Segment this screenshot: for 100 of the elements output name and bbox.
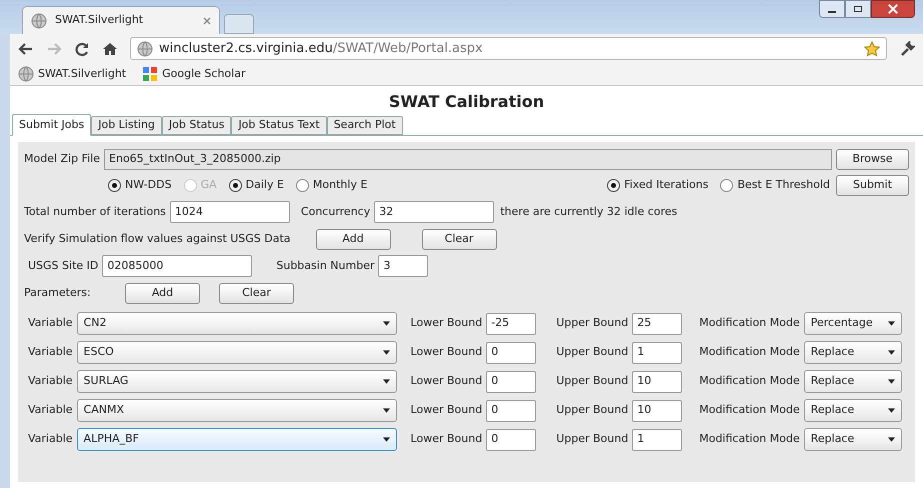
tab[interactable]: Job Listing: [91, 116, 162, 135]
field-label: Variable: [28, 315, 73, 332]
bookmark-link[interactable]: SWAT.Silverlight: [18, 66, 126, 82]
input-field[interactable]: 32: [374, 201, 494, 223]
caret-icon: [382, 437, 390, 442]
dropdown[interactable]: Replace: [804, 399, 902, 422]
caret-icon: [382, 379, 390, 384]
tab[interactable]: Job Status: [162, 116, 232, 135]
caret-icon: [382, 321, 390, 326]
globe-icon: [137, 40, 153, 56]
tab[interactable]: Search Plot: [326, 116, 403, 135]
caret-icon: [888, 321, 895, 326]
input-field[interactable]: 25: [632, 312, 682, 334]
tab[interactable]: Submit Jobs: [12, 114, 92, 136]
field-label: Modification Mode: [699, 402, 800, 418]
field-label: Variable: [28, 402, 73, 418]
dropdown[interactable]: CANMX: [76, 399, 397, 422]
input-field[interactable]: 1024: [170, 201, 290, 223]
radio-option[interactable]: Best E Threshold: [720, 176, 830, 194]
field-label: Model Zip File: [24, 150, 100, 167]
field-label: Upper Bound: [556, 402, 628, 418]
home-icon[interactable]: [102, 40, 118, 56]
browser-tab[interactable]: SWAT.Silverlight: [22, 6, 220, 34]
tab[interactable]: Job Status Text: [231, 116, 327, 135]
input-field[interactable]: 3: [378, 255, 428, 277]
dropdown[interactable]: Replace: [804, 341, 902, 364]
dropdown[interactable]: ESCO: [76, 341, 397, 364]
wrench-icon[interactable]: [899, 40, 915, 56]
input-field[interactable]: -25: [486, 312, 536, 334]
clear-button[interactable]: Clear: [422, 228, 497, 250]
field-label: Variable: [28, 344, 73, 360]
star-icon[interactable]: [864, 40, 880, 56]
input-field[interactable]: 10: [632, 370, 682, 392]
close-button[interactable]: [871, 0, 915, 18]
maximize-button[interactable]: [845, 0, 871, 18]
field-label: Variable: [28, 431, 73, 448]
grid-squares-icon: [142, 66, 158, 82]
field-label: Upper Bound: [556, 431, 628, 448]
field-label: Modification Mode: [699, 373, 800, 390]
field-label: Upper Bound: [556, 344, 628, 360]
field-label: Parameters:: [24, 284, 92, 301]
field-label: Variable: [28, 373, 73, 390]
file-path-field[interactable]: Eno65_txtInOut_3_2085000.zip: [104, 148, 832, 170]
radio-button[interactable]: [108, 178, 121, 192]
field-label: Lower Bound: [410, 373, 482, 390]
reload-icon[interactable]: [74, 40, 90, 56]
radio-button[interactable]: [296, 178, 309, 192]
radio-option[interactable]: Monthly E: [296, 176, 368, 194]
caret-icon: [382, 350, 390, 355]
field-label: Lower Bound: [410, 344, 482, 360]
radio-button[interactable]: [720, 178, 734, 192]
radio-button[interactable]: [607, 178, 620, 192]
add-button[interactable]: Add: [316, 228, 391, 250]
radio-option[interactable]: Daily E: [228, 176, 284, 194]
caret-icon: [888, 350, 895, 355]
dropdown[interactable]: CN2: [76, 312, 397, 335]
field-label: Modification Mode: [699, 431, 800, 448]
globe-icon: [18, 66, 34, 82]
radio-option[interactable]: NW-DDS: [108, 176, 172, 194]
field-label: Subbasin Number: [276, 258, 374, 274]
dropdown[interactable]: ALPHA_BF: [76, 428, 397, 451]
field-label: Lower Bound: [410, 402, 482, 418]
browse-button[interactable]: Browse: [836, 148, 909, 170]
input-field[interactable]: 0: [486, 428, 536, 450]
input-field[interactable]: 0: [486, 370, 536, 392]
field-label: Modification Mode: [699, 344, 800, 360]
field-label: there are currently 32 idle cores: [500, 204, 678, 220]
caret-icon: [888, 408, 895, 413]
dropdown[interactable]: Replace: [804, 428, 902, 451]
dropdown[interactable]: Replace: [804, 370, 902, 393]
close-icon[interactable]: [203, 16, 211, 24]
caret-icon: [888, 379, 895, 384]
submit-button[interactable]: Submit: [836, 174, 909, 196]
field-label: Lower Bound: [410, 315, 482, 332]
field-label: USGS Site ID: [28, 258, 98, 274]
input-field[interactable]: 10: [632, 400, 682, 422]
input-field[interactable]: 0: [486, 342, 536, 364]
field-label: Lower Bound: [410, 431, 482, 448]
input-field[interactable]: 02085000: [102, 255, 252, 277]
globe-icon: [31, 12, 47, 28]
address-bar[interactable]: wincluster2.cs.virginia.edu/SWAT/Web/Portal.aspx: [130, 37, 887, 60]
minimize-button[interactable]: [819, 0, 845, 18]
radio-option[interactable]: Fixed Iterations: [607, 176, 708, 194]
dropdown[interactable]: SURLAG: [76, 370, 397, 393]
field-label: Upper Bound: [556, 315, 628, 332]
input-field[interactable]: 1: [632, 342, 682, 364]
bookmark-link[interactable]: Google Scholar: [142, 66, 246, 82]
input-field[interactable]: 1: [632, 428, 682, 450]
add-button[interactable]: Add: [125, 282, 200, 304]
page-title: SWAT Calibration: [388, 91, 546, 113]
dropdown[interactable]: Percentage: [804, 312, 902, 335]
field-label: Verify Simulation flow values against USGS Data: [24, 230, 291, 247]
clear-button[interactable]: Clear: [219, 282, 294, 304]
field-label: Modification Mode: [699, 315, 800, 332]
back-arrow-icon[interactable]: [18, 40, 34, 56]
caret-icon: [888, 437, 895, 442]
caret-icon: [382, 408, 390, 413]
input-field[interactable]: 0: [486, 400, 536, 422]
field-label: Upper Bound: [556, 373, 628, 390]
radio-button[interactable]: [228, 178, 242, 192]
